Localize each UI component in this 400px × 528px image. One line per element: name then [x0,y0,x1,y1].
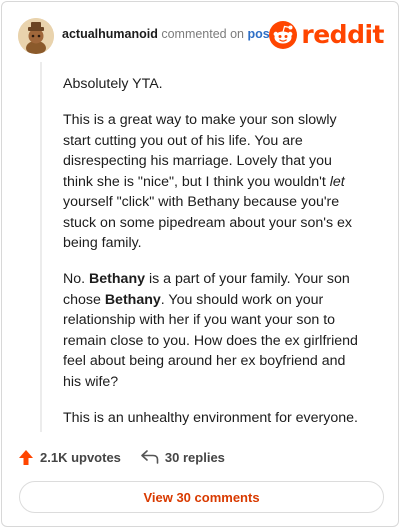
reply-count: 30 replies [164,449,225,465]
comment-actions: 2.1K upvotes 30 replies [18,446,245,468]
reply-arrow-icon [141,450,159,464]
reddit-logo[interactable]: reddit [269,20,384,50]
comment-byline: actualhumanoid commented on post [62,27,274,41]
comment-paragraph: This is a great way to make your son slo… [63,110,363,254]
user-avatar[interactable] [18,18,54,54]
comment-paragraph: No. Bethany is a part of your family. Yo… [63,269,363,392]
text-run: Absolutely YTA. [63,76,163,92]
comment-paragraph: This is an unhealthy environment for eve… [63,408,363,429]
text-run: No. [63,271,90,287]
arrow-up-icon [19,449,33,465]
thread-line[interactable] [40,62,42,432]
reddit-snoo-icon [269,21,298,49]
username-link[interactable]: actualhumanoid [62,27,158,41]
reddit-wordmark: reddit [301,20,384,49]
emphasis-italic: let [329,173,345,190]
text-run: This is a great way to make your son slo… [63,112,337,190]
text-run: This is an unhealthy environment for eve… [63,409,358,426]
emphasis-bold: Bethany [89,271,146,287]
upvote-count: 2.1K upvotes [40,449,121,465]
emphasis-bold: Bethany [104,291,161,308]
view-comments-button[interactable]: View 30 comments [19,481,384,513]
reply-button[interactable]: 30 replies [141,450,225,465]
comment-body: Absolutely YTA. This is a great way to ma… [63,74,363,444]
comment-card: actualhumanoid commented on post reddit … [1,1,399,527]
comment-paragraph: Absolutely YTA. [63,74,363,95]
action-text: commented on [161,27,245,41]
upvote-button[interactable]: 2.1K upvotes [18,449,121,466]
comment-header: actualhumanoid commented on post reddit [18,18,386,54]
text-run: yourself "click" with Bethany because yo… [63,194,352,251]
